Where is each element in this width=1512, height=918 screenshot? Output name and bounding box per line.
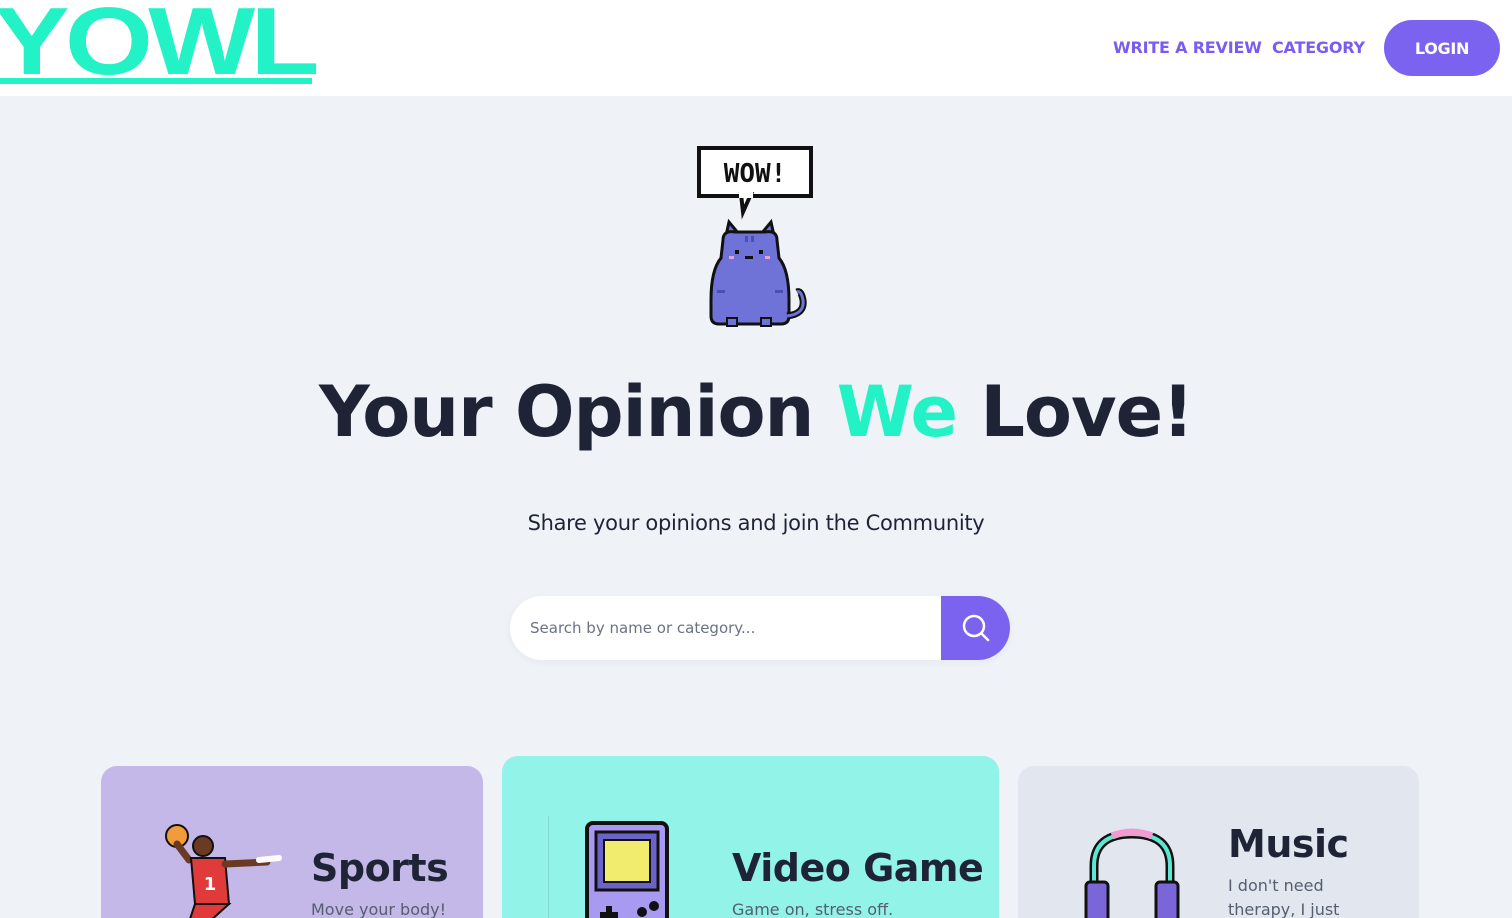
category-description: Move your body! — [311, 900, 447, 918]
search-button[interactable] — [941, 596, 1010, 660]
gameboy-icon — [585, 821, 669, 918]
category-card-sports[interactable]: 1 Sports Move your body! — [101, 766, 483, 918]
mascot-illustration: WOW! — [693, 140, 817, 330]
hero-subtitle: Share your opinions and join the Communi… — [527, 511, 985, 535]
yowl-logo[interactable]: YOWL — [0, 0, 320, 90]
search-icon — [962, 614, 989, 642]
category-description: Game on, stress off. — [732, 900, 894, 918]
category-title: Music — [1228, 822, 1349, 866]
top-navbar: YOWL WRITE A REVIEW CATEGORY LOGIN — [0, 0, 1512, 96]
card-divider — [548, 816, 549, 918]
logo-underline — [0, 78, 312, 84]
speech-bubble-text: WOW! — [724, 159, 787, 189]
headline-part-1: Your Opinion — [318, 371, 837, 453]
category-description: I don't need therapy, I just — [1228, 876, 1340, 918]
category-card-video-game[interactable]: Video Game Game on, stress off. — [502, 756, 999, 918]
category-title: Sports — [311, 846, 449, 890]
headline-accent-word: We — [836, 371, 958, 453]
category-title: Video Game — [732, 846, 984, 890]
headphones-icon — [1084, 828, 1180, 918]
basketball-player-icon: 1 — [165, 824, 282, 918]
pixel-cat-icon: WOW! — [697, 146, 813, 327]
hero-headline: Your Opinion We Love! — [0, 370, 1512, 454]
category-card-music[interactable]: Music I don't need therapy, I just — [1018, 766, 1419, 918]
search-bar — [510, 596, 1010, 660]
search-input[interactable] — [510, 596, 941, 660]
nav-write-review-link[interactable]: WRITE A REVIEW — [1113, 38, 1262, 57]
nav-category-link[interactable]: CATEGORY — [1272, 38, 1365, 57]
login-button[interactable]: LOGIN — [1384, 20, 1500, 76]
headline-part-2: Love! — [956, 371, 1194, 453]
svg-text:1: 1 — [204, 874, 217, 895]
